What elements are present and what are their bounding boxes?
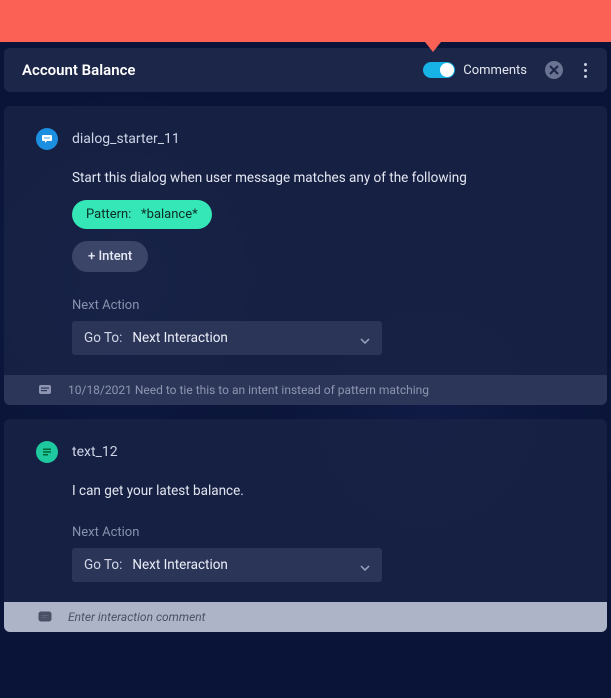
comments-toggle-label: Comments — [463, 63, 527, 78]
comment-icon — [36, 608, 54, 626]
dot-icon — [584, 69, 587, 72]
dot-icon — [584, 75, 587, 78]
text-node-message: I can get your latest balance. — [72, 483, 583, 499]
comment-body: Need to tie this to an intent instead of… — [135, 383, 429, 397]
close-icon — [549, 65, 559, 75]
interaction-card-dialog-starter: dialog_starter_11 Start this dialog when… — [4, 106, 607, 405]
dialog-starter-icon — [36, 128, 58, 150]
dot-icon — [584, 63, 587, 66]
next-action-label: Next Action — [72, 298, 583, 313]
next-action-select[interactable]: Go To: Next Interaction — [72, 321, 382, 355]
next-action-select[interactable]: Go To: Next Interaction — [72, 548, 382, 582]
dialog-header: Account Balance Comments — [4, 48, 607, 92]
pattern-chip-value: *balance* — [141, 207, 198, 222]
next-action-label: Next Action — [72, 525, 583, 540]
comment-placeholder: Enter interaction comment — [68, 610, 206, 624]
comment-content: 10/18/2021 Need to tie this to an intent… — [68, 383, 429, 397]
comment-icon — [36, 381, 54, 399]
comments-toggle[interactable] — [423, 62, 455, 78]
pattern-chip[interactable]: Pattern: *balance* — [72, 200, 212, 229]
goto-prefix: Go To: — [84, 557, 122, 573]
pattern-chip-prefix: Pattern: — [86, 207, 131, 222]
toggle-knob-icon — [440, 63, 454, 77]
comment-bar[interactable]: 10/18/2021 Need to tie this to an intent… — [4, 375, 607, 405]
dialog-starter-description: Start this dialog when user message matc… — [72, 170, 583, 186]
goto-prefix: Go To: — [84, 330, 122, 346]
banner-pointer-icon — [425, 42, 441, 52]
chevron-down-icon — [360, 556, 370, 575]
goto-value: Next Interaction — [132, 330, 360, 346]
text-node-icon — [36, 441, 58, 463]
add-intent-button[interactable]: + Intent — [72, 241, 148, 272]
node-header: dialog_starter_11 — [36, 128, 583, 150]
more-menu-button[interactable] — [577, 63, 593, 78]
node-header: text_12 — [36, 441, 583, 463]
top-banner — [0, 0, 611, 42]
dialog-title: Account Balance — [22, 61, 423, 79]
chevron-down-icon — [360, 329, 370, 348]
goto-value: Next Interaction — [132, 557, 360, 573]
node-id-label: text_12 — [72, 444, 118, 460]
comment-date: 10/18/2021 — [68, 383, 132, 397]
comment-input-bar[interactable]: Enter interaction comment — [4, 602, 607, 632]
close-button[interactable] — [545, 61, 563, 79]
node-id-label: dialog_starter_11 — [72, 131, 180, 147]
interaction-card-text: text_12 I can get your latest balance. N… — [4, 419, 607, 632]
